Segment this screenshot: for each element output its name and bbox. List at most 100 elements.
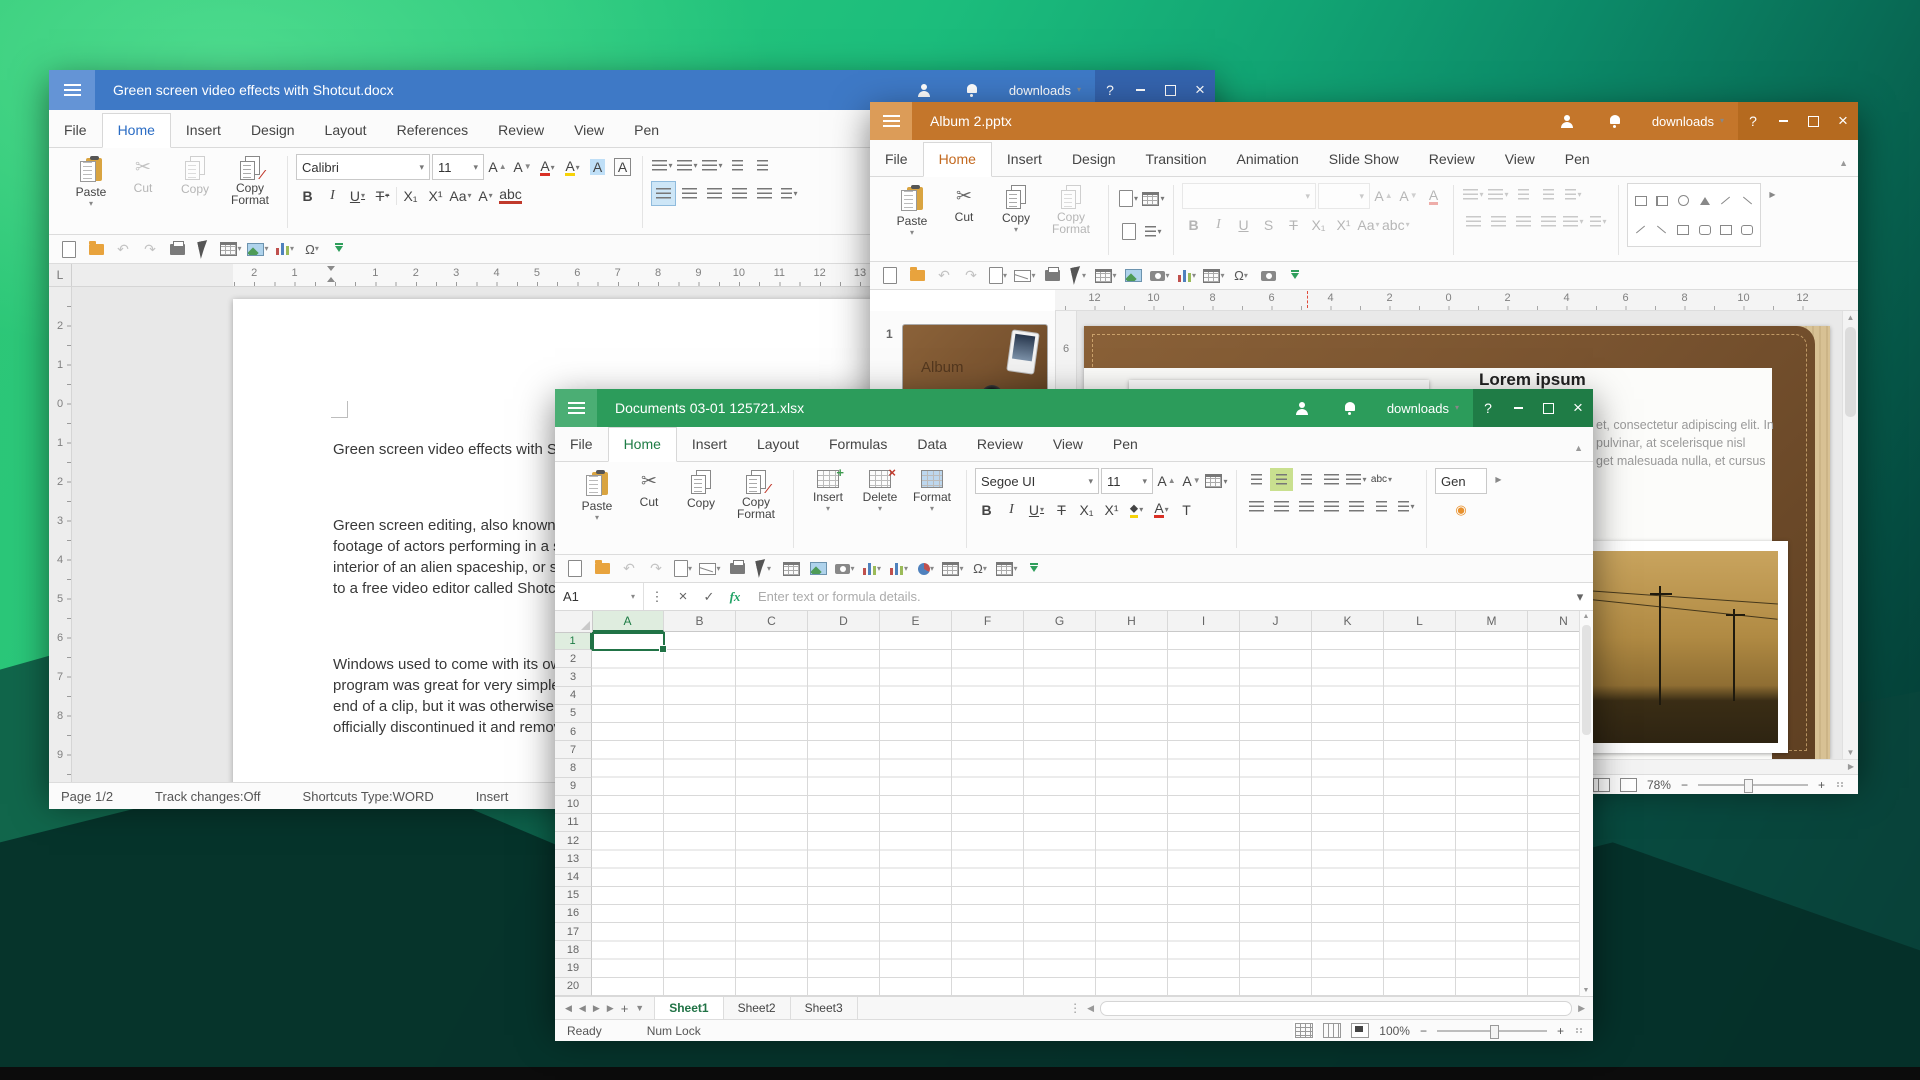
grow-font-button[interactable]: A ▲	[1155, 470, 1178, 493]
cut-button[interactable]: ✂ Cut	[623, 468, 675, 509]
tab-pen[interactable]: Pen	[1550, 143, 1605, 176]
screenshot-button[interactable]: ▾	[1148, 265, 1172, 286]
maximize-button[interactable]	[1798, 102, 1828, 140]
align-top-button[interactable]	[1245, 468, 1268, 491]
paste-button[interactable]: Paste ▾	[571, 468, 623, 522]
tab-view[interactable]: View	[559, 114, 619, 147]
row-header[interactable]: 6	[555, 722, 592, 742]
italic-button[interactable]: I	[321, 184, 344, 207]
align-left-button[interactable]	[1462, 210, 1485, 233]
shrink-font-button[interactable]: A ▼	[1180, 470, 1203, 493]
multilevel-list-button[interactable]: ▾	[701, 154, 724, 177]
character-spacing-button[interactable]: abc ▾	[1382, 213, 1410, 236]
elbow-connector-shape-icon[interactable]	[1657, 225, 1667, 234]
row-header[interactable]: 5	[555, 704, 592, 723]
page-break-view-icon[interactable]	[1351, 1023, 1370, 1038]
save-as-button[interactable]: ▾	[986, 265, 1010, 286]
open-button[interactable]	[590, 558, 614, 579]
row-header[interactable]: 2	[555, 650, 592, 669]
font-size-select[interactable]: 11 ▾	[432, 154, 484, 180]
insert-textbox-button[interactable]: ▾	[1202, 265, 1226, 286]
font-name-select[interactable]: ▾	[1182, 183, 1316, 209]
undo-button[interactable]: ↶	[932, 265, 956, 286]
new-slide-button[interactable]: ▾	[1117, 187, 1140, 210]
share-button[interactable]	[1281, 389, 1327, 427]
text-direction-button[interactable]: ▾	[1562, 183, 1585, 206]
notifications-button[interactable]	[1592, 102, 1638, 140]
highlight-color-button[interactable]: A ▾	[561, 156, 584, 179]
copy-format-button[interactable]: ∕ Copy Format	[727, 468, 785, 520]
vertical-textbox-shape-icon[interactable]	[1655, 195, 1668, 206]
new-document-button[interactable]	[878, 265, 902, 286]
tab-pen[interactable]: Pen	[619, 114, 674, 147]
slide-photo-2[interactable]	[1582, 541, 1788, 753]
redo-button[interactable]: ↷	[959, 265, 983, 286]
minimize-button[interactable]	[1768, 102, 1798, 140]
shrink-font-button[interactable]: A ▼	[1397, 185, 1420, 208]
tab-layout[interactable]: Layout	[310, 114, 382, 147]
writer-app-menu-button[interactable]	[49, 70, 95, 110]
tab-file[interactable]: File	[555, 428, 608, 461]
align-middle-button[interactable]	[1270, 468, 1293, 491]
grid-cells[interactable]	[592, 632, 1580, 996]
insert-table-button[interactable]: ▾	[1094, 265, 1118, 286]
orientation-button[interactable]	[1320, 495, 1343, 518]
new-document-button[interactable]	[57, 239, 81, 260]
cut-button[interactable]: ✂ Cut	[938, 183, 990, 224]
numbered-list-button[interactable]: ▾	[1487, 183, 1510, 206]
subscript-button[interactable]: X₁	[1075, 498, 1098, 521]
tab-insert[interactable]: Insert	[992, 143, 1057, 176]
scrollbar-thumb[interactable]	[1582, 625, 1591, 735]
row-header[interactable]: 7	[555, 741, 592, 760]
underline-button[interactable]: U ▾	[1025, 498, 1048, 521]
row-header[interactable]: 20	[555, 977, 592, 996]
print-button[interactable]	[725, 558, 749, 579]
toolbar-options-button[interactable]	[327, 239, 351, 260]
tab-design[interactable]: Design	[236, 114, 310, 147]
confirm-entry-button[interactable]: ✓	[696, 589, 722, 605]
zoom-slider[interactable]	[1436, 1024, 1547, 1039]
next-sheet-button[interactable]: ▶	[593, 1003, 600, 1014]
select-all-corner[interactable]	[555, 611, 593, 633]
insert-symbol-button[interactable]: Ω ▾	[968, 558, 992, 579]
shortcuts-type-indicator[interactable]: Shortcuts Type:WORD	[303, 789, 434, 804]
superscript-button[interactable]: X¹	[1100, 498, 1123, 521]
insert-chart-button[interactable]: ▾	[860, 558, 884, 579]
underline-button[interactable]: U	[1232, 213, 1255, 236]
collapse-ribbon-icon[interactable]: ▲	[1839, 158, 1848, 168]
column-headers[interactable]: ABCDEFGHIJKLMN	[592, 611, 1580, 632]
align-center-button[interactable]	[1487, 210, 1510, 233]
tab-stop-selector[interactable]: L	[49, 264, 72, 286]
fill-color-button[interactable]: ⬥ ▾	[1125, 498, 1148, 521]
share-button[interactable]	[1546, 102, 1592, 140]
screenshot-button[interactable]: ▾	[833, 558, 857, 579]
slide-sorter-view-icon[interactable]	[1619, 777, 1637, 792]
column-header[interactable]: J	[1240, 611, 1312, 632]
scroll-down-icon[interactable]: ▼	[1843, 748, 1858, 757]
print-button[interactable]	[165, 239, 189, 260]
format-cells-button[interactable]: Format ▾	[906, 468, 958, 513]
italic-button[interactable]: I	[1207, 213, 1230, 236]
insert-textbox-button[interactable]: ▾	[941, 558, 965, 579]
indent-marker[interactable]	[327, 266, 336, 282]
shapes-more-button[interactable]: ▶	[1761, 183, 1784, 206]
tab-insert[interactable]: Insert	[171, 114, 236, 147]
print-button[interactable]	[1040, 265, 1064, 286]
previous-sheet-button[interactable]: ◀	[579, 1003, 586, 1014]
tab-view[interactable]: View	[1038, 428, 1098, 461]
row-header[interactable]: 15	[555, 886, 592, 905]
select-button[interactable]	[192, 239, 216, 260]
toolbar-options-button[interactable]	[1022, 558, 1046, 579]
strikethrough-button[interactable]: T	[1050, 498, 1073, 521]
line-spacing-button[interactable]: ▾	[1587, 210, 1610, 233]
insert-symbol-button[interactable]: Ω ▾	[1229, 265, 1253, 286]
undo-button[interactable]: ↶	[617, 558, 641, 579]
scroll-left-icon[interactable]: ◀	[1087, 1003, 1094, 1014]
tab-home[interactable]: Home	[607, 427, 677, 462]
cut-button[interactable]: ✂ Cut	[117, 154, 169, 195]
insert-symbol-button[interactable]: Ω ▾	[300, 239, 324, 260]
help-button[interactable]: ?	[1738, 102, 1768, 140]
text-effects-button[interactable]: A ▾	[474, 184, 497, 207]
column-header[interactable]: L	[1384, 611, 1456, 632]
triangle-shape-icon[interactable]	[1699, 196, 1710, 205]
